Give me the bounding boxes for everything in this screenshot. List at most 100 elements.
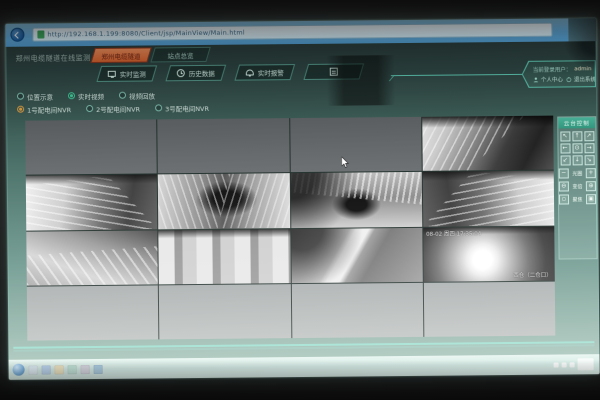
view-mode-radio[interactable]: 视频回放 — [119, 90, 155, 100]
menu-button[interactable]: 实时监测 — [96, 65, 157, 82]
camera-cell[interactable]: 08-02 周四 17:35:04 西仓（二仓口） — [423, 226, 555, 282]
tray-icon[interactable] — [562, 362, 567, 367]
profile-link[interactable]: 个人中心 — [533, 75, 563, 83]
menu-button[interactable]: 实时报警 — [234, 64, 295, 81]
taskbar-app-icon[interactable] — [94, 364, 103, 373]
menu-button[interactable] — [303, 63, 364, 80]
radio-dot-icon — [155, 104, 162, 111]
view-mode-radio[interactable]: 位置示意 — [17, 91, 53, 101]
tray-icon[interactable] — [554, 362, 559, 367]
camera-cell[interactable] — [159, 284, 291, 340]
menu-button[interactable]: 历史数据 — [165, 65, 226, 82]
menu-button-label: 实时报警 — [258, 67, 284, 77]
tab-label: 郑州电缆隧道 — [102, 50, 141, 60]
camera-label: 西仓（二仓口） — [513, 270, 552, 278]
camera-cell[interactable] — [291, 227, 423, 283]
os-taskbar — [9, 354, 600, 380]
mouse-cursor — [342, 154, 350, 166]
ptz-arrow-button[interactable]: ↓ — [572, 155, 582, 165]
tab-bar: 郑州电缆隧道 站点总览 — [93, 47, 209, 64]
user-panel: 当前登录用户： admin 个人中心 退出系统 — [522, 60, 596, 88]
menu-bar: 实时监测 历史数据 实时报警 — [99, 63, 362, 82]
ptz-arrow-button[interactable]: ↘ — [584, 155, 594, 165]
iris-minus-button[interactable]: − — [559, 168, 569, 178]
view-mode-radio[interactable]: 实时视频 — [68, 90, 104, 100]
camera-cell[interactable] — [422, 116, 554, 172]
camera-cell[interactable] — [422, 171, 554, 227]
taskbar-app-icon[interactable] — [68, 365, 77, 374]
camera-cell[interactable] — [424, 281, 556, 337]
zoom-in-button[interactable]: ⊕ — [586, 181, 596, 191]
header-divider-line — [391, 74, 523, 79]
taskbar-app-icon[interactable] — [29, 365, 38, 374]
taskbar-app-icon[interactable] — [55, 365, 64, 374]
web-app-page: 郑州电缆隧道在线监测 郑州电缆隧道 站点总览 实时监测 — [6, 41, 600, 360]
camera-cell[interactable] — [25, 119, 157, 175]
camera-cell[interactable] — [291, 283, 423, 339]
taskbar-icons — [29, 364, 103, 374]
nvr-radio[interactable]: 1号配电间NVR — [17, 104, 71, 115]
nvr-select-options: 1号配电间NVR 2号配电间NVR 3号配电间NVR — [17, 102, 209, 115]
zoom-out-button[interactable]: ⊖ — [559, 181, 569, 191]
camera-cell[interactable] — [290, 172, 422, 228]
nvr-radio[interactable]: 3号配电间NVR — [155, 102, 209, 113]
ptz-focus-row: ▫ 聚焦 ▣ — [559, 194, 596, 204]
divider-tick — [382, 76, 394, 81]
username: admin — [574, 66, 591, 72]
ptz-direction-pad: ↖ ↑ ↗ ← ⊙ → ↙ ↓ — [558, 128, 595, 165]
focus-plus-button[interactable]: ▣ — [586, 194, 596, 204]
ptz-arrow-button[interactable]: → — [584, 143, 594, 153]
nvr-radio[interactable]: 2号配电间NVR — [86, 103, 140, 114]
nav-tab[interactable]: 站点总览 — [150, 47, 210, 63]
radio-label: 3号配电间NVR — [165, 102, 209, 112]
ptz-arrow-button[interactable]: ↗ — [584, 131, 594, 141]
start-button[interactable] — [13, 364, 25, 376]
ptz-control-panel: 云台控制 ↖ ↑ ↗ ← ⊙ → ↙ — [557, 116, 597, 259]
person-icon — [533, 76, 539, 82]
ptz-arrow-button[interactable]: ⊙ — [572, 143, 582, 153]
ptz-arrow-button[interactable]: ← — [560, 143, 570, 153]
camera-cell[interactable] — [157, 118, 289, 174]
tray-icon[interactable] — [570, 362, 575, 367]
radio-dot-icon — [68, 92, 75, 99]
tab-label: 站点总览 — [168, 50, 194, 60]
ptz-arrow-button[interactable]: ↖ — [560, 131, 570, 141]
taskbar-app-icon[interactable] — [81, 365, 90, 374]
radio-label: 实时视频 — [78, 90, 104, 100]
radio-dot-icon — [17, 93, 24, 100]
camera-cell[interactable] — [158, 173, 290, 229]
nav-tab[interactable]: 郑州电缆隧道 — [90, 47, 151, 63]
menu-button-label: 历史数据 — [189, 68, 215, 78]
page-title: 郑州电缆隧道在线监测 — [16, 53, 91, 64]
camera-cell[interactable] — [159, 229, 291, 285]
site-badge-icon — [37, 30, 44, 38]
url-bar[interactable]: http://192.168.1.199:8080/Client/jsp/Mai… — [32, 23, 552, 42]
focus-minus-button[interactable]: ▫ — [559, 194, 569, 204]
ptz-zoom-row: ⊖ 变倍 ⊕ — [559, 181, 596, 191]
menu-icon — [330, 68, 338, 76]
iris-plus-button[interactable]: + — [586, 168, 596, 178]
logout-link[interactable]: 退出系统 — [566, 75, 596, 83]
ptz-arrow-button[interactable]: ↙ — [560, 155, 570, 165]
login-label: 当前登录用户： — [533, 65, 572, 73]
iris-label: 光圈 — [570, 170, 584, 177]
camera-cell[interactable] — [27, 285, 159, 341]
photo-of-monitor: http://192.168.1.199:8080/Client/jsp/Mai… — [0, 0, 600, 400]
camera-grid: 08-02 周四 17:35:04 西仓（二仓口） — [25, 116, 555, 341]
back-arrow-icon — [14, 32, 21, 39]
menu-icon — [177, 69, 185, 77]
power-icon — [566, 76, 572, 82]
taskbar-app-icon[interactable] — [42, 365, 51, 374]
radio-label: 1号配电间NVR — [27, 104, 71, 114]
camera-cell[interactable] — [290, 117, 422, 173]
camera-timestamp: 08-02 周四 17:35:04 — [426, 229, 481, 238]
tray-clock[interactable] — [578, 358, 594, 370]
camera-cell[interactable] — [26, 175, 158, 231]
back-button[interactable] — [10, 28, 24, 42]
radio-label: 2号配电间NVR — [96, 103, 140, 113]
radio-dot-icon — [119, 92, 126, 99]
ptz-iris-row: − 光圈 + — [559, 168, 596, 178]
menu-button-label: 实时监测 — [120, 68, 146, 78]
camera-cell[interactable] — [26, 230, 158, 286]
ptz-arrow-button[interactable]: ↑ — [572, 131, 582, 141]
